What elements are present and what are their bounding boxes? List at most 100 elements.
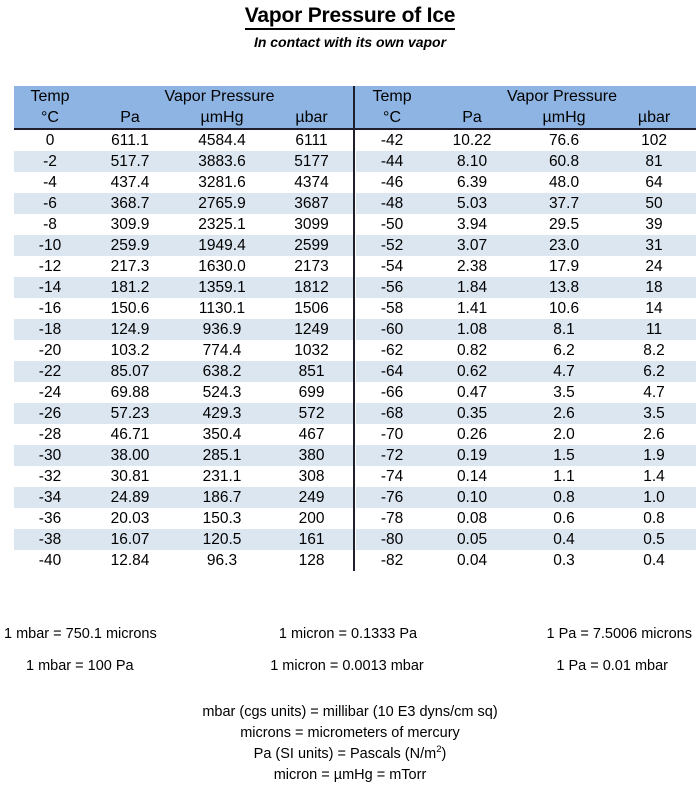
conversion-notes-row-1: 1 mbar = 750.1 microns 1 micron = 0.1333… [0,626,700,642]
table-row: -34 24.89 186.7 249 -76 0.10 0.8 1.0 [14,487,697,508]
cell-left-temp: -26 [14,403,86,424]
cell-left-ubar: 3099 [270,214,355,235]
cell-left-umhg: 1359.1 [174,277,270,298]
header-group-left: Vapor Pressure [86,86,355,107]
header-group-right: Vapor Pressure [428,86,697,107]
cell-left-ubar: 699 [270,382,355,403]
header-temp-right: Temp [356,86,429,107]
cell-right-temp: -66 [356,382,429,403]
cell-left-ubar: 3687 [270,193,355,214]
conversion-note-mbar-microns: 1 mbar = 750.1 microns [4,626,157,642]
cell-left-umhg: 96.3 [174,550,270,571]
cell-left-umhg: 231.1 [174,466,270,487]
cell-left-umhg: 429.3 [174,403,270,424]
cell-left-pa: 103.2 [86,340,174,361]
cell-right-umhg: 4.7 [516,361,613,382]
cell-right-ubar: 18 [612,277,697,298]
header-ubar-right: µbar [612,107,697,130]
cell-right-umhg: 10.6 [516,298,613,319]
table-header: Temp Vapor Pressure Temp Vapor Pressure … [14,86,697,130]
cell-left-pa: 30.81 [86,466,174,487]
cell-right-pa: 0.14 [428,466,517,487]
conversion-note-mbar-pa: 1 mbar = 100 Pa [26,658,134,674]
cell-left-ubar: 161 [270,529,355,550]
cell-right-umhg: 13.8 [516,277,613,298]
cell-right-umhg: 48.0 [516,172,613,193]
cell-left-temp: -10 [14,235,86,256]
cell-left-ubar: 200 [270,508,355,529]
cell-left-pa: 437.4 [86,172,174,193]
cell-left-pa: 217.3 [86,256,174,277]
cell-left-ubar: 5177 [270,151,355,172]
cell-right-pa: 0.10 [428,487,517,508]
cell-right-temp: -58 [356,298,429,319]
cell-left-umhg: 1949.4 [174,235,270,256]
cell-right-ubar: 2.6 [612,424,697,445]
cell-left-ubar: 249 [270,487,355,508]
table-row: -6 368.7 2765.9 3687 -48 5.03 37.7 50 [14,193,697,214]
table-row: -10 259.9 1949.4 2599 -52 3.07 23.0 31 [14,235,697,256]
cell-left-pa: 20.03 [86,508,174,529]
cell-left-temp: -8 [14,214,86,235]
cell-right-pa: 1.41 [428,298,517,319]
cell-right-pa: 0.05 [428,529,517,550]
cell-right-temp: -44 [356,151,429,172]
cell-left-temp: -14 [14,277,86,298]
cell-right-pa: 3.94 [428,214,517,235]
cell-right-pa: 0.47 [428,382,517,403]
cell-right-pa: 0.82 [428,340,517,361]
cell-left-umhg: 186.7 [174,487,270,508]
cell-left-ubar: 851 [270,361,355,382]
table-row: -14 181.2 1359.1 1812 -56 1.84 13.8 18 [14,277,697,298]
cell-left-temp: -36 [14,508,86,529]
cell-left-pa: 12.84 [86,550,174,571]
table-row: -18 124.9 936.9 1249 -60 1.08 8.1 11 [14,319,697,340]
definition-mbar: mbar (cgs units) = millibar (10 E3 dyns/… [202,704,498,720]
cell-right-pa: 5.03 [428,193,517,214]
table-header-row-group: Temp Vapor Pressure Temp Vapor Pressure [14,86,697,107]
cell-right-pa: 2.38 [428,256,517,277]
cell-left-ubar: 1812 [270,277,355,298]
cell-left-ubar: 572 [270,403,355,424]
cell-right-ubar: 3.5 [612,403,697,424]
cell-left-pa: 46.71 [86,424,174,445]
cell-right-temp: -74 [356,466,429,487]
cell-right-pa: 6.39 [428,172,517,193]
cell-right-ubar: 0.8 [612,508,697,529]
cell-right-pa: 8.10 [428,151,517,172]
cell-left-ubar: 380 [270,445,355,466]
cell-right-ubar: 31 [612,235,697,256]
cell-right-umhg: 8.1 [516,319,613,340]
cell-left-temp: -24 [14,382,86,403]
cell-left-umhg: 774.4 [174,340,270,361]
table-row: -38 16.07 120.5 161 -80 0.05 0.4 0.5 [14,529,697,550]
cell-left-ubar: 308 [270,466,355,487]
cell-right-umhg: 23.0 [516,235,613,256]
cell-right-temp: -64 [356,361,429,382]
cell-right-temp: -72 [356,445,429,466]
header-temp-unit-left: °C [14,107,86,130]
cell-left-pa: 24.89 [86,487,174,508]
cell-left-pa: 38.00 [86,445,174,466]
cell-left-temp: -6 [14,193,86,214]
vapor-pressure-table-wrapper: Temp Vapor Pressure Temp Vapor Pressure … [14,86,697,571]
cell-left-umhg: 2325.1 [174,214,270,235]
table-row: -28 46.71 350.4 467 -70 0.26 2.0 2.6 [14,424,697,445]
conversion-notes: 1 mbar = 750.1 microns 1 micron = 0.1333… [0,626,700,690]
cell-left-pa: 368.7 [86,193,174,214]
page-title-text: Vapor Pressure of Ice [244,4,455,30]
cell-right-pa: 0.26 [428,424,517,445]
table-row: -40 12.84 96.3 128 -82 0.04 0.3 0.4 [14,550,697,571]
cell-left-pa: 16.07 [86,529,174,550]
cell-right-umhg: 3.5 [516,382,613,403]
header-pa-right: Pa [428,107,517,130]
cell-left-umhg: 350.4 [174,424,270,445]
cell-right-temp: -42 [356,129,429,151]
cell-right-pa: 0.04 [428,550,517,571]
cell-right-ubar: 102 [612,129,697,151]
cell-left-umhg: 1630.0 [174,256,270,277]
cell-left-umhg: 120.5 [174,529,270,550]
cell-right-umhg: 2.0 [516,424,613,445]
cell-left-ubar: 467 [270,424,355,445]
cell-right-ubar: 0.5 [612,529,697,550]
